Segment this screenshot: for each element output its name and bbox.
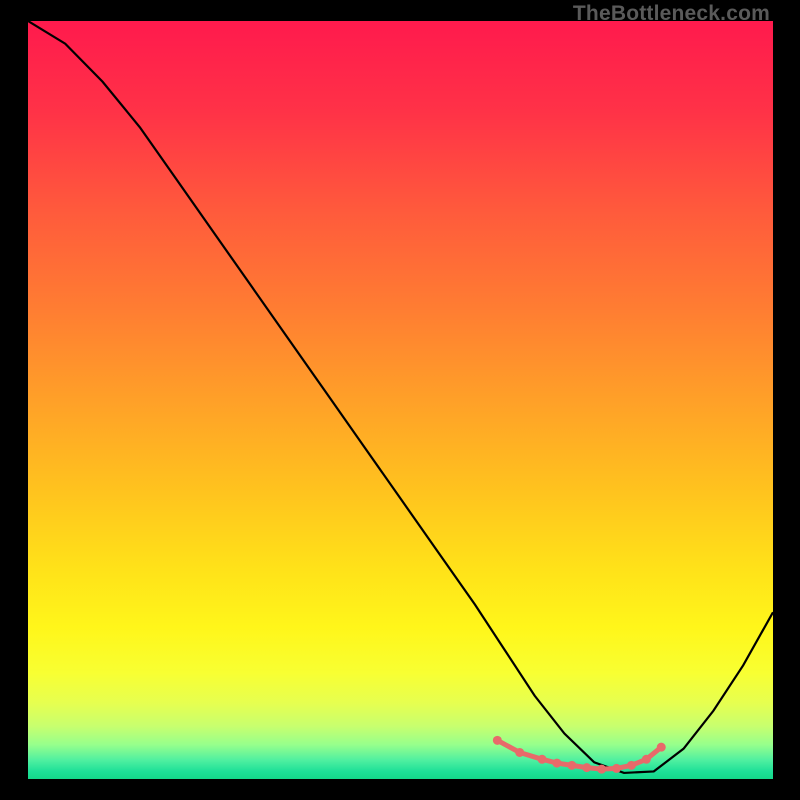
plot-area <box>28 21 773 779</box>
bottleneck-curve <box>28 21 773 779</box>
chart-container: TheBottleneck.com <box>0 0 800 800</box>
